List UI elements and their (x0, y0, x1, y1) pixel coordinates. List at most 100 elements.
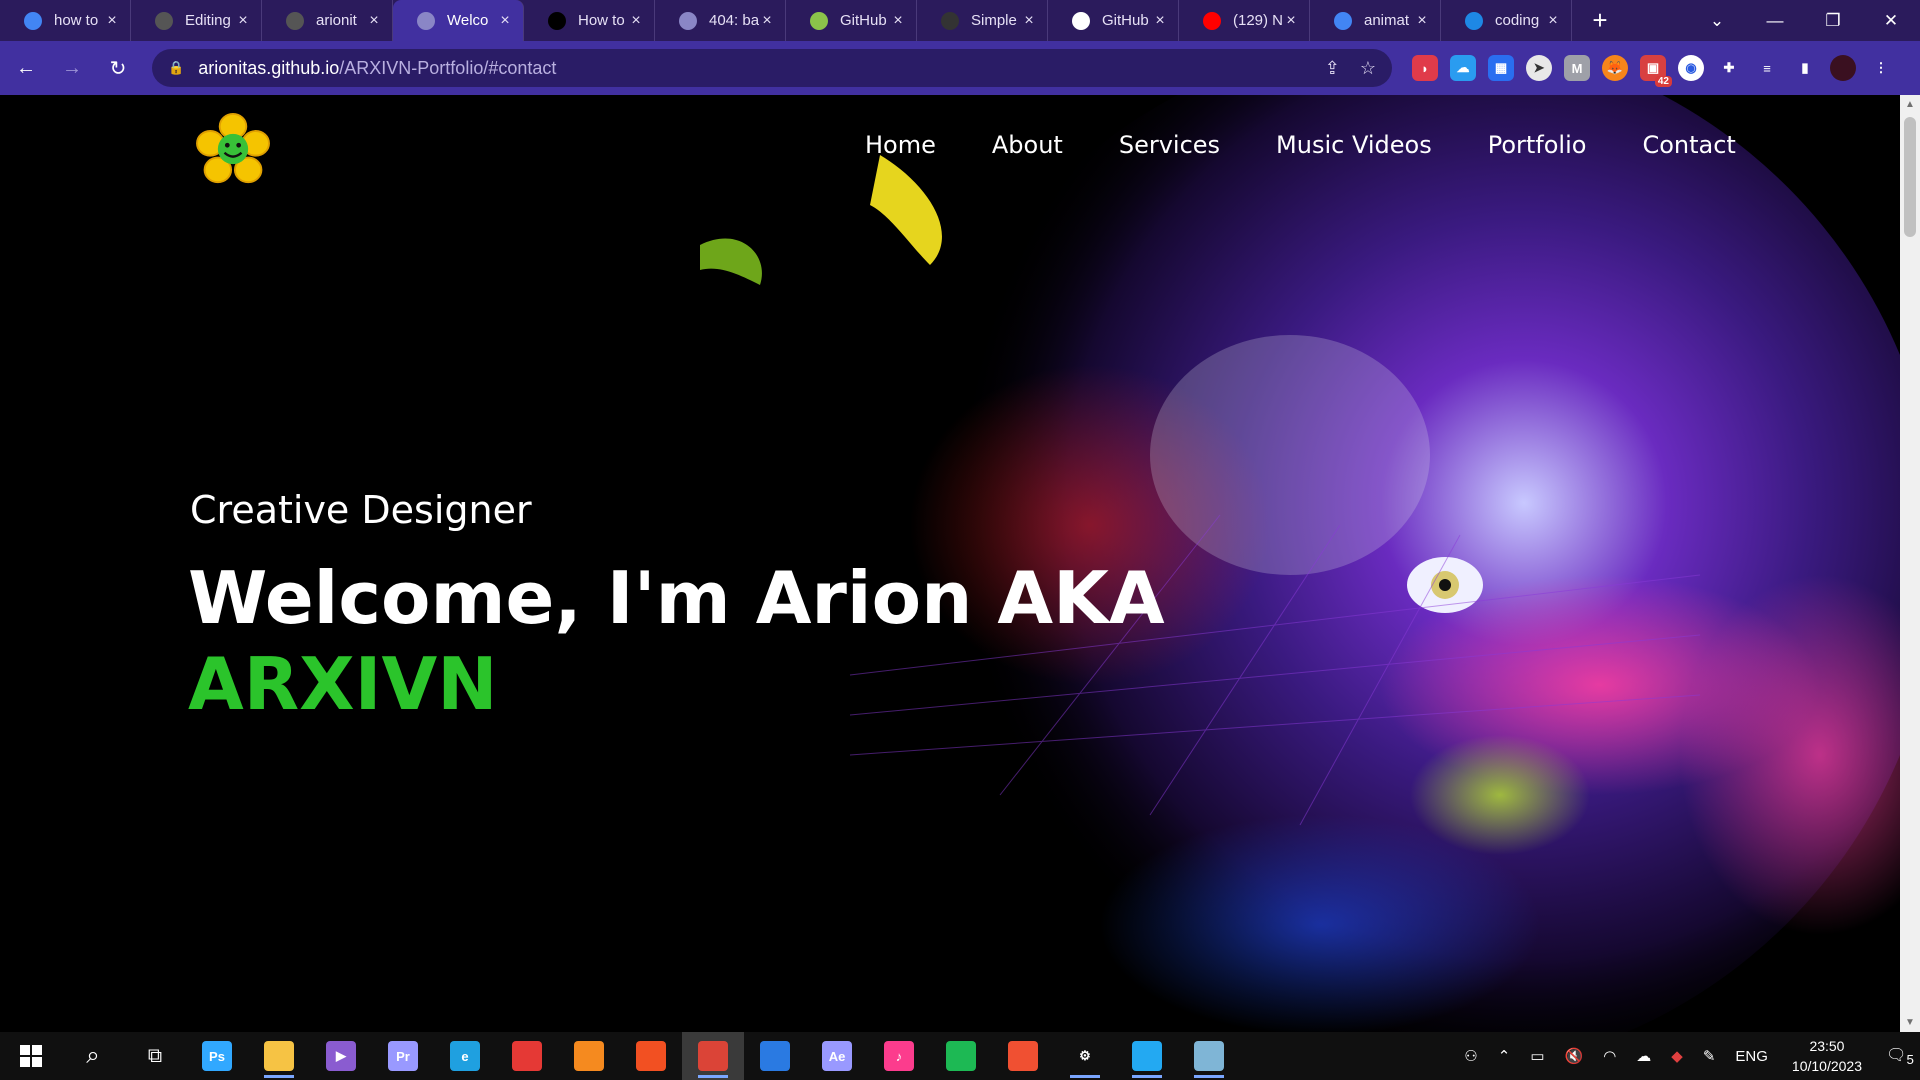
volume-muted-icon[interactable]: 🔇 (1565, 1047, 1584, 1065)
close-tab-icon[interactable]: × (1545, 12, 1561, 30)
calendar-extension-icon[interactable]: ▦ (1488, 55, 1514, 81)
task-view-icon[interactable]: ⧉ (124, 1032, 186, 1080)
page-scrollbar[interactable]: ▲ ▼ (1900, 95, 1920, 1032)
nav-music-videos[interactable]: Music Videos (1276, 131, 1432, 159)
side-panel-icon[interactable]: ▮ (1792, 55, 1818, 81)
extensions-puzzle-icon[interactable]: ✚ (1716, 55, 1742, 81)
arrow-extension-icon[interactable]: ➤ (1526, 55, 1552, 81)
taskbar-app-store[interactable] (620, 1032, 682, 1080)
taskbar-app-vscode[interactable] (1116, 1032, 1178, 1080)
browser-tab[interactable]: (129) N × (1179, 0, 1310, 41)
hero-headline-text: Welcome, I'm Arion AKA (188, 556, 1165, 640)
globe-icon (679, 11, 697, 30)
browser-tab[interactable]: Simple × (917, 0, 1048, 41)
close-tab-icon[interactable]: × (1283, 12, 1299, 30)
start-button[interactable] (0, 1032, 62, 1080)
browser-tab[interactable]: How to × (524, 0, 655, 41)
scroll-up-icon[interactable]: ▲ (1900, 99, 1920, 110)
forward-icon[interactable]: → (52, 57, 92, 80)
search-icon[interactable]: ⌕ (62, 1032, 124, 1080)
scrollbar-thumb[interactable] (1904, 117, 1916, 237)
taskbar-app-chrome[interactable] (682, 1032, 744, 1080)
taskbar-app-media-player[interactable]: ▶ (310, 1032, 372, 1080)
browser-tab[interactable]: arionit × (262, 0, 393, 41)
language-indicator[interactable]: ENG (1735, 1048, 1768, 1065)
taskbar-app-gift[interactable] (496, 1032, 558, 1080)
close-tab-icon[interactable]: × (1152, 12, 1168, 30)
tray-app-icon[interactable]: ◆ (1671, 1047, 1683, 1065)
people-icon[interactable]: ⚇ (1464, 1047, 1477, 1065)
pen-icon[interactable]: ✎ (1703, 1047, 1716, 1065)
browser-tab[interactable]: Editing × (131, 0, 262, 41)
taskbar-app-notepad[interactable] (1178, 1032, 1240, 1080)
taskbar-app-fl-studio[interactable] (558, 1032, 620, 1080)
taskbar-app-photoshop[interactable]: Ps (186, 1032, 248, 1080)
restore-button[interactable]: ❐ (1804, 0, 1862, 41)
nav-services[interactable]: Services (1119, 131, 1220, 159)
notification-extension-icon[interactable]: ▣ 42 (1640, 55, 1672, 87)
profile-avatar[interactable] (1830, 55, 1856, 81)
nav-contact[interactable]: Contact (1642, 131, 1735, 159)
taskbar-app-file-explorer[interactable] (248, 1032, 310, 1080)
back-icon[interactable]: ← (6, 57, 46, 80)
close-tab-icon[interactable]: × (366, 12, 382, 30)
close-tab-icon[interactable]: × (1414, 12, 1430, 30)
show-hidden-icons-icon[interactable]: ⌃ (1498, 1047, 1511, 1065)
clock[interactable]: 23:50 10/10/2023 (1792, 1036, 1862, 1076)
google-icon (24, 11, 42, 30)
taskbar-app-edge[interactable]: e (434, 1032, 496, 1080)
menu-kebab-icon[interactable]: ⋮ (1868, 55, 1894, 81)
reload-icon[interactable]: ↻ (98, 56, 138, 81)
scroll-down-icon[interactable]: ▼ (1900, 1017, 1920, 1028)
new-tab-button[interactable]: + (1580, 5, 1620, 36)
pocket-icon[interactable]: ◗ (1412, 55, 1438, 81)
vscode-icon (1132, 1041, 1162, 1071)
close-tab-icon[interactable]: × (759, 12, 775, 30)
taskbar-app-spotify[interactable] (930, 1032, 992, 1080)
close-tab-icon[interactable]: × (104, 12, 120, 30)
browser-tab[interactable]: animat × (1310, 0, 1441, 41)
metamask-icon[interactable]: 🦊 (1602, 55, 1628, 81)
taskbar-app-premiere[interactable]: Pr (372, 1032, 434, 1080)
cloud-extension-icon[interactable]: ☁ (1450, 55, 1476, 81)
browser-tab[interactable]: Welco × (393, 0, 524, 41)
address-bar[interactable]: 🔒 arionitas.github.io/ARXIVN-Portfolio/#… (152, 49, 1392, 87)
device-icon[interactable]: ▭ (1530, 1047, 1544, 1065)
nav-home[interactable]: Home (865, 131, 936, 159)
media-player-icon: ▶ (326, 1041, 356, 1071)
taskbar-app-mail[interactable] (744, 1032, 806, 1080)
vpn-extension-icon[interactable]: ◉ (1678, 55, 1704, 81)
notification-center-icon[interactable]: 🗨5 (1880, 1045, 1920, 1067)
bookmark-star-icon[interactable]: ☆ (1360, 58, 1376, 79)
taskbar-app-itunes[interactable]: ♪ (868, 1032, 930, 1080)
settings-icon: ⚙ (1079, 1048, 1091, 1063)
reading-list-icon[interactable]: ≡ (1754, 55, 1780, 81)
nav-about[interactable]: About (992, 131, 1063, 159)
close-window-button[interactable]: ✕ (1862, 0, 1920, 41)
hero-accent-name: ARXIVN (188, 642, 498, 726)
tab-search-icon[interactable]: ⌄ (1688, 0, 1746, 41)
taskbar-app-git[interactable] (992, 1032, 1054, 1080)
browser-tab[interactable]: coding × (1441, 0, 1572, 41)
browser-tab[interactable]: 404: ba × (655, 0, 786, 41)
nav-portfolio[interactable]: Portfolio (1488, 131, 1587, 159)
site-logo[interactable] (195, 113, 271, 185)
onedrive-icon[interactable]: ☁ (1636, 1047, 1651, 1065)
share-icon[interactable]: ⇪ (1325, 58, 1340, 79)
taskbar-app-after-effects[interactable]: Ae (806, 1032, 868, 1080)
browser-tab[interactable]: GitHub × (786, 0, 917, 41)
close-tab-icon[interactable]: × (497, 12, 513, 30)
browser-tab[interactable]: GitHub × (1048, 0, 1179, 41)
taskbar-app-settings[interactable]: ⚙ (1054, 1032, 1116, 1080)
close-tab-icon[interactable]: × (890, 12, 906, 30)
browser-tab[interactable]: how to × (0, 0, 131, 41)
minimize-button[interactable]: — (1746, 0, 1804, 41)
close-tab-icon[interactable]: × (628, 12, 644, 30)
chrome-icon (698, 1041, 728, 1071)
gmail-icon[interactable]: M (1564, 55, 1590, 81)
close-tab-icon[interactable]: × (1021, 12, 1037, 30)
wifi-icon[interactable]: ◠ (1603, 1047, 1616, 1065)
lock-icon[interactable]: 🔒 (168, 60, 184, 76)
close-tab-icon[interactable]: × (235, 12, 251, 30)
windows-taskbar: ⌕ ⧉ Ps ▶ Pr e Ae ♪ ⚙ ⚇ ⌃ ▭ 🔇 ◠ ☁ ◆ ✎ ENG 23:50… (0, 1032, 1920, 1080)
